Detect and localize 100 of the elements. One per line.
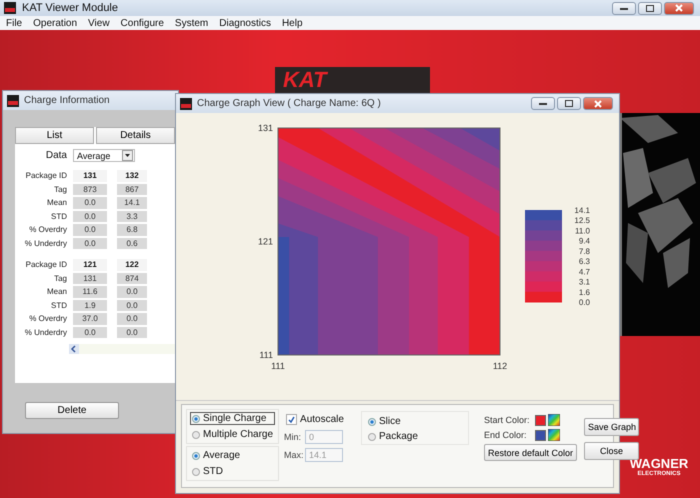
scale-label: 7.8 [578, 246, 590, 256]
field-label: Start Color: [484, 415, 530, 425]
x-axis-label: 111 [271, 361, 285, 371]
row-label: STD [50, 210, 67, 222]
palette-icon[interactable] [548, 429, 560, 441]
window-title: Charge Graph View ( Charge Name: 6Q ) [197, 98, 382, 109]
restore-colors-button[interactable]: Restore default Color [484, 444, 578, 461]
package-id: 122 [117, 259, 147, 270]
table-cell: 874 [117, 272, 147, 284]
row-label: Tag [53, 184, 67, 195]
menu-item[interactable]: Operation [33, 17, 78, 30]
window-title: KAT Viewer Module [22, 2, 119, 14]
table-cell: 131 [73, 272, 107, 284]
field-label: Data [44, 150, 67, 161]
close-icon [594, 100, 602, 108]
table-cell: 0.0 [117, 286, 147, 298]
action-button[interactable]: Close [584, 442, 640, 460]
radio-button[interactable] [192, 414, 200, 422]
brand-name: WAGNER [630, 457, 688, 470]
field-label: End Color: [484, 430, 528, 440]
radio-option[interactable]: Single Charge [190, 412, 276, 425]
scale-label: 4.7 [578, 267, 590, 276]
color-swatch[interactable] [534, 414, 546, 426]
table-cell: 867 [117, 184, 147, 195]
menu-item[interactable]: File [6, 17, 22, 30]
row-label: STD [50, 300, 67, 311]
check-icon [288, 416, 296, 423]
row-label: % Underdry [24, 238, 67, 249]
package-id: 121 [73, 259, 107, 270]
radio-button[interactable] [192, 430, 200, 438]
logo-text: KAT [283, 68, 327, 92]
table-cell: 0.0 [73, 210, 107, 222]
y-axis-label: 121 [258, 236, 273, 246]
close-icon [675, 4, 683, 12]
row-label: % Overdry [28, 313, 67, 324]
table-cell: 11.6 [73, 286, 107, 298]
menu-item[interactable]: System [174, 17, 208, 30]
scale-label: 0.0 [578, 298, 590, 307]
menu-item[interactable]: Help [282, 17, 303, 30]
menu-item[interactable]: Configure [120, 17, 164, 30]
table-cell: 14.1 [117, 197, 147, 208]
tab[interactable]: Details [96, 127, 175, 144]
table-cell: 0.0 [73, 224, 107, 236]
table-cell: 1.9 [73, 300, 107, 311]
scale-label: 3.1 [578, 278, 590, 287]
action-button[interactable]: Save Graph [584, 418, 640, 436]
radio-button[interactable] [192, 468, 200, 476]
minimize-button[interactable] [531, 97, 555, 110]
radio-button[interactable] [192, 452, 200, 460]
caret-icon [125, 154, 130, 157]
table-cell: 0.0 [117, 300, 147, 311]
table-cell: 0.0 [117, 326, 147, 338]
window-title: Charge Information [24, 95, 111, 106]
checkbox[interactable] [286, 414, 298, 425]
field-label: Max: [284, 450, 302, 460]
scale-label: 9.4 [578, 236, 590, 246]
color-swatch[interactable] [534, 430, 546, 440]
palette-icon[interactable] [548, 414, 560, 426]
app-icon [7, 94, 19, 106]
close-button[interactable] [664, 2, 694, 14]
radio-option[interactable]: Slice [366, 415, 464, 428]
radio-option[interactable]: Average [190, 449, 276, 462]
radio-option[interactable]: Package [366, 430, 464, 443]
package-id: 131 [73, 170, 107, 182]
row-label: Mean [46, 197, 67, 208]
restore-icon [565, 100, 573, 107]
close-button[interactable] [583, 97, 613, 110]
scroll-bar[interactable] [69, 344, 175, 354]
scale-label: 11.0 [575, 226, 590, 236]
table-cell: 37.0 [73, 313, 107, 324]
table-cell: 0.0 [117, 313, 147, 324]
radio-button[interactable] [368, 418, 376, 426]
table-cell: 6.8 [117, 224, 147, 236]
table-cell: 873 [73, 184, 107, 195]
y-axis-label: 111 [259, 350, 273, 360]
minimize-icon [620, 6, 628, 10]
delete-button[interactable]: Delete [25, 402, 119, 419]
maximize-button[interactable] [557, 97, 581, 110]
minimize-button[interactable] [612, 2, 636, 14]
restore-icon [646, 4, 654, 12]
table-cell: 0.0 [73, 197, 107, 208]
row-label: Tag [53, 272, 67, 284]
app-icon [4, 2, 16, 14]
tab[interactable]: List [15, 127, 94, 144]
radio-button[interactable] [368, 432, 376, 440]
field-label: Min: [284, 432, 302, 442]
menu-item[interactable]: View [88, 17, 110, 30]
scale-label: 14.1 [574, 206, 590, 215]
radio-option[interactable]: Multiple Charge [190, 428, 276, 441]
scale-label: 12.5 [574, 216, 590, 226]
table-cell: 0.6 [117, 238, 147, 249]
radio-option[interactable]: STD [190, 465, 276, 478]
maximize-button[interactable] [638, 2, 662, 14]
data-dropdown[interactable]: Average [73, 149, 135, 162]
menu-item[interactable]: Diagnostics [219, 17, 271, 30]
row-label: Package ID [24, 170, 67, 182]
autoscale-option[interactable]: Autoscale [284, 413, 346, 426]
package-id: 132 [117, 170, 147, 182]
row-label: % Underdry [24, 326, 67, 338]
row-label: % Overdry [28, 224, 67, 236]
